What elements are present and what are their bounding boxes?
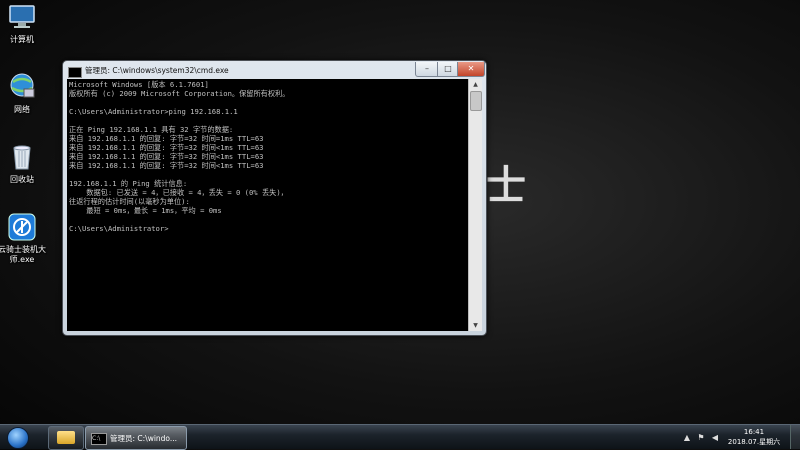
desktop-icon-label: 回收站 (10, 175, 34, 184)
console-line: 正在 Ping 192.168.1.1 具有 32 字节的数据: (69, 125, 234, 134)
console-line: 版权所有 (c) 2009 Microsoft Corporation。保留所有… (69, 89, 290, 98)
desktop-icon-computer[interactable]: 计算机 (0, 2, 54, 45)
console-line: 来自 192.168.1.1 的回复: 字节=32 时间=1ms TTL=63 (69, 134, 264, 143)
console-line: 数据包: 已发送 = 4，已接收 = 4，丢失 = 0 (0% 丢失)， (69, 188, 288, 197)
desktop-icon-label: 云骑士装机大师.exe (0, 245, 46, 264)
console-output[interactable]: Microsoft Windows [版本 6.1.7601] 版权所有 (c) … (67, 79, 468, 331)
taskbar-explorer-button[interactable] (48, 426, 84, 450)
window-title: 管理员: C:\windows\system32\cmd.exe (85, 66, 229, 75)
tray-volume-icon[interactable]: ◀ (710, 433, 720, 443)
close-button[interactable]: ✕ (457, 62, 485, 77)
maximize-button[interactable]: □ (437, 62, 459, 77)
vertical-scrollbar[interactable]: ▲ ▼ (468, 79, 482, 331)
window-titlebar[interactable]: 管理员: C:\windows\system32\cmd.exe – □ ✕ (63, 61, 486, 81)
taskbar-task-label: 管理员: C:\windo... (110, 434, 178, 443)
desktop-icon-recycle-bin[interactable]: 回收站 (0, 142, 54, 185)
console-line: 来自 192.168.1.1 的回复: 字节=32 时间<1ms TTL=63 (69, 161, 264, 170)
system-clock[interactable]: 16:41 2018.07.星期六 (724, 427, 784, 447)
computer-icon (7, 2, 37, 32)
console-line: C:\Users\Administrator>ping 192.168.1.1 (69, 107, 238, 116)
cmd-window[interactable]: 管理员: C:\windows\system32\cmd.exe – □ ✕ M… (62, 60, 487, 336)
console-text: Microsoft Windows [版本 6.1.7601] 版权所有 (c) … (67, 79, 468, 234)
console-line: C:\Users\Administrator> (69, 224, 169, 233)
windows-logo-icon (7, 427, 29, 449)
taskbar-cmd-button[interactable]: C:\ 管理员: C:\windo... (85, 426, 187, 450)
cmd-icon: C:\ (91, 433, 107, 445)
tray-flag-icon[interactable]: ⚑ (696, 433, 706, 443)
desktop-icon-network[interactable]: 网络 (0, 72, 54, 115)
tray-arrow-icon[interactable]: ▲ (682, 433, 692, 443)
desktop-icon-label: 网络 (14, 105, 30, 114)
wallpaper-glyph: 士 (486, 163, 526, 209)
scroll-down-arrow-icon[interactable]: ▼ (469, 320, 482, 331)
scroll-thumb[interactable] (470, 91, 482, 111)
console-line: 最短 = 0ms，最长 = 1ms，平均 = 0ms (69, 206, 222, 215)
desktop-icon-label: 计算机 (10, 35, 34, 44)
console-line: 192.168.1.1 的 Ping 统计信息: (69, 179, 188, 188)
clock-date: 2018.07.星期六 (727, 438, 781, 446)
folder-icon (57, 431, 75, 444)
console-line: 来自 192.168.1.1 的回复: 字节=32 时间<1ms TTL=63 (69, 152, 264, 161)
taskbar: C:\ 管理员: C:\windo... ▲ ⚑ ◀ 16:41 2018.07… (0, 424, 800, 450)
clock-time: 16:41 (743, 428, 765, 436)
minimize-button[interactable]: – (415, 62, 439, 77)
console-line: Microsoft Windows [版本 6.1.7601] (69, 80, 209, 89)
scroll-up-arrow-icon[interactable]: ▲ (469, 79, 482, 90)
cmd-icon (68, 67, 82, 78)
app-icon (7, 212, 37, 242)
desktop-icon-app[interactable]: 云骑士装机大师.exe (0, 212, 54, 265)
console-line: 往返行程的估计时间(以毫秒为单位): (69, 197, 190, 206)
show-desktop-button[interactable] (790, 425, 800, 449)
recycle-bin-icon (7, 142, 37, 172)
network-icon (7, 72, 37, 102)
start-button[interactable] (4, 426, 32, 449)
console-line: 来自 192.168.1.1 的回复: 字节=32 时间<1ms TTL=63 (69, 143, 264, 152)
